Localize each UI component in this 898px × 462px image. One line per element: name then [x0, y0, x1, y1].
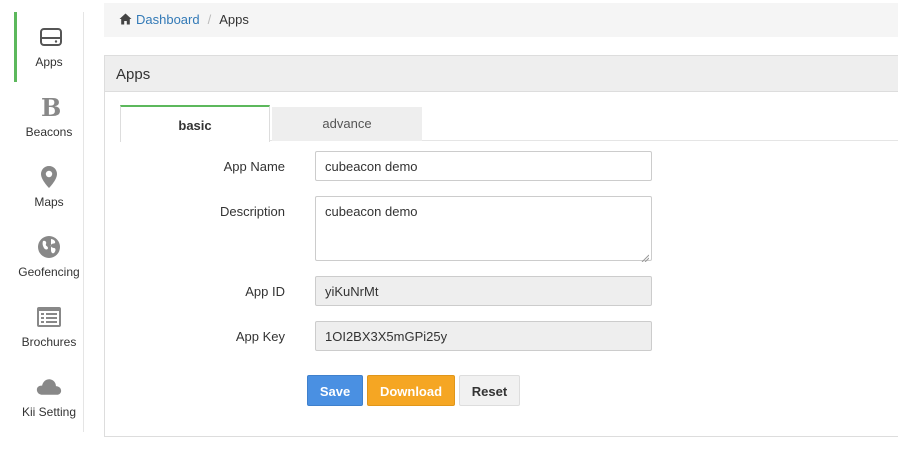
- description-textarea[interactable]: cubeacon demo: [315, 196, 652, 263]
- sidebar-item-apps[interactable]: Apps: [14, 12, 84, 82]
- description-text: cubeacon demo: [325, 204, 418, 219]
- sidebar-item-maps[interactable]: Maps: [14, 152, 84, 222]
- breadcrumb-separator: /: [207, 12, 212, 27]
- app-key-field: 1OI2BX3X5mGPi25y: [315, 321, 652, 351]
- sidebar-item-label: Kii Setting: [21, 405, 77, 419]
- drive-icon: [38, 24, 64, 50]
- download-button[interactable]: Download: [367, 375, 455, 406]
- list-alt-icon: [36, 304, 62, 330]
- sidebar-item-geofencing[interactable]: Geofencing: [14, 222, 84, 292]
- sidebar-item-label: Geofencing: [18, 265, 80, 279]
- app-key-label: App Key: [235, 329, 285, 344]
- apps-panel: Apps basic advance App Name cubeacon dem…: [104, 55, 898, 437]
- sidebar-item-beacons[interactable]: B Beacons: [14, 82, 84, 152]
- app-name-label: App Name: [223, 159, 285, 174]
- home-icon: [119, 13, 132, 28]
- sidebar-item-label: Brochures: [21, 335, 77, 349]
- app-name-input[interactable]: cubeacon demo: [315, 151, 652, 181]
- sidebar-item-brochures[interactable]: Brochures: [14, 292, 84, 362]
- sidebar-item-label: Beacons: [25, 125, 73, 139]
- breadcrumb-dashboard-link[interactable]: Dashboard: [136, 12, 200, 27]
- sidebar-item-label: Maps: [34, 195, 64, 209]
- description-label: Description: [219, 204, 285, 219]
- globe-icon: [36, 234, 62, 260]
- tab-advance[interactable]: advance: [272, 107, 422, 141]
- tab-basic[interactable]: basic: [120, 105, 270, 142]
- reset-button[interactable]: Reset: [459, 375, 520, 406]
- tab-bar: basic advance: [120, 105, 898, 142]
- sidebar-item-label: Apps: [35, 55, 63, 69]
- save-button[interactable]: Save: [307, 375, 363, 406]
- resize-handle-icon[interactable]: [641, 250, 650, 263]
- cloud-icon: [36, 374, 62, 400]
- panel-title: Apps: [105, 56, 898, 92]
- breadcrumb-current: Apps: [219, 12, 249, 27]
- app-id-field: yiKuNrMt: [315, 276, 652, 306]
- beacon-b-icon: B: [36, 94, 62, 120]
- map-marker-icon: [36, 164, 62, 190]
- breadcrumb: Dashboard / Apps: [104, 3, 898, 37]
- sidebar-item-kii-setting[interactable]: Kii Setting: [14, 362, 84, 432]
- svg-text:B: B: [41, 95, 60, 119]
- app-id-label: App ID: [245, 284, 285, 299]
- sidebar: Apps B Beacons Maps Geofencing Brochures…: [14, 12, 84, 432]
